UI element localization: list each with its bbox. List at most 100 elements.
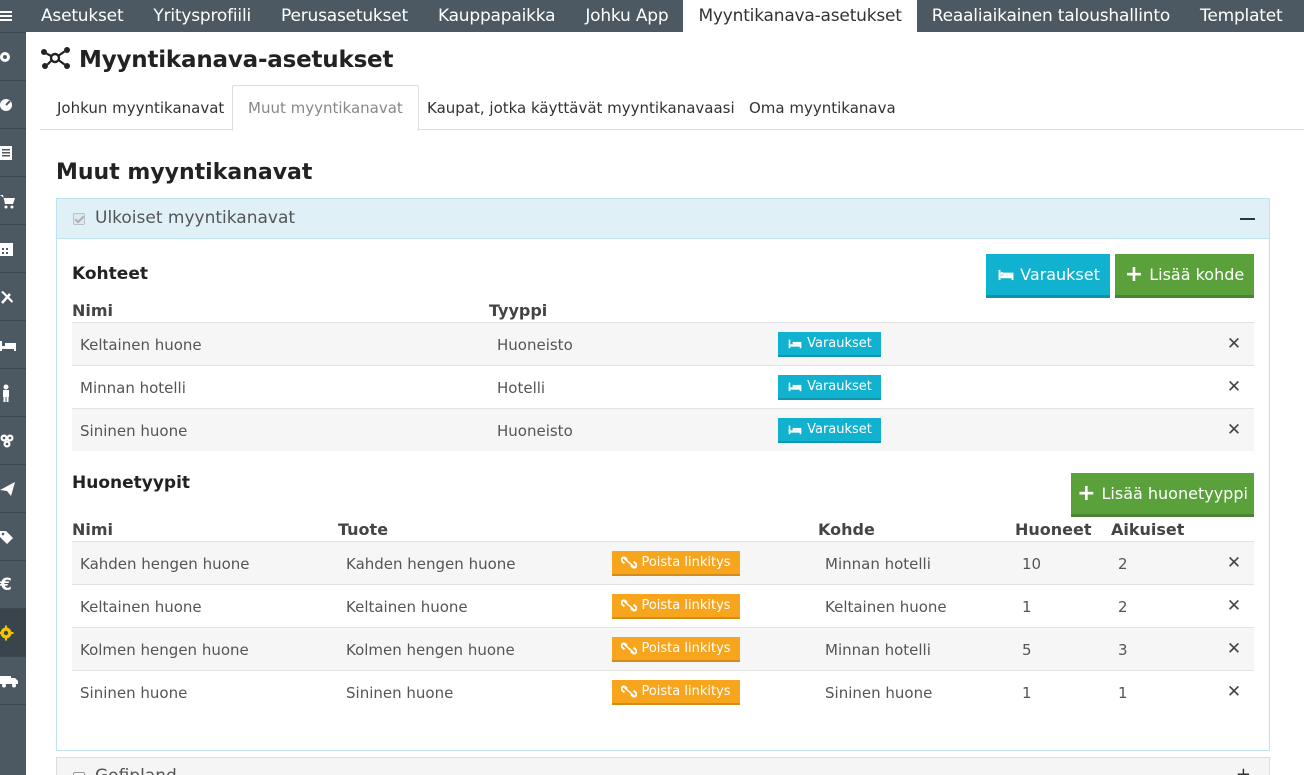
- person-icon[interactable]: [0, 369, 26, 417]
- unlink-icon: [621, 599, 638, 612]
- top-tab-asetukset[interactable]: Asetukset: [26, 0, 138, 32]
- kohteet-col-name: Nimi: [72, 301, 114, 320]
- delete-icon[interactable]: ✕: [1226, 334, 1242, 354]
- page-title-text: Myyntikanava-asetukset: [79, 47, 394, 73]
- bed-icon: [998, 269, 1014, 281]
- room-type-name: Sininen huone: [80, 683, 188, 702]
- top-tab-johku-app[interactable]: Johku App: [570, 0, 683, 32]
- menu-icon[interactable]: [0, 0, 26, 33]
- minus-icon[interactable]: [1240, 218, 1255, 220]
- varaukset-button-label: Varaukset: [1020, 265, 1100, 284]
- delete-icon[interactable]: ✕: [1226, 682, 1242, 702]
- tab-johkun-myyntikanavat[interactable]: Johkun myyntikanavat: [57, 85, 224, 130]
- kohde-name: Keltainen huone: [80, 335, 202, 354]
- sub-tab-bar: Johkun myyntikanavat Muut myyntikanavat …: [40, 85, 1304, 131]
- unlink-icon: [621, 642, 638, 655]
- external-channels-panel: Ulkoiset myyntikanavat Kohteet Varaukset…: [56, 198, 1270, 751]
- panel-header[interactable]: Ulkoiset myyntikanavat: [57, 199, 1269, 239]
- panel-header-label: Gofipland: [95, 766, 177, 775]
- calendar-icon[interactable]: [0, 225, 26, 273]
- delete-icon[interactable]: ✕: [1226, 377, 1242, 397]
- tools-icon[interactable]: [0, 273, 26, 321]
- table-row: Keltainen huone Huoneisto Varaukset ✕: [72, 322, 1254, 365]
- top-tab-templatet[interactable]: Templatet: [1185, 0, 1297, 32]
- room-type-product: Keltainen huone: [346, 597, 468, 616]
- room-type-adults: 3: [1118, 640, 1128, 659]
- room-type-target: Sininen huone: [825, 683, 933, 702]
- row-varaukset-button[interactable]: Varaukset: [778, 418, 881, 443]
- network-icon: [40, 46, 72, 74]
- gear-icon[interactable]: [0, 609, 26, 657]
- top-tab-bar: Asetukset Yritysprofiili Perusasetukset …: [26, 0, 1304, 32]
- top-tab-perusasetukset[interactable]: Perusasetukset: [266, 0, 423, 32]
- top-tab-reaaliaikainen-taloushallinto[interactable]: Reaaliaikainen taloushallinto: [917, 0, 1185, 32]
- tab-kaupat-myyntikanava[interactable]: Kaupat, jotka käyttävät myyntikanavaasi: [427, 85, 735, 130]
- room-type-product: Sininen huone: [346, 683, 454, 702]
- unlink-button-label: Poista linkitys: [641, 641, 731, 656]
- table-row: Sininen huone Huoneisto Varaukset ✕: [72, 408, 1254, 451]
- row-varaukset-label: Varaukset: [807, 336, 872, 351]
- room-type-adults: 2: [1118, 597, 1128, 616]
- room-type-name: Kahden hengen huone: [80, 554, 250, 573]
- huonetyypit-col-rooms: Huoneet: [1015, 520, 1092, 539]
- huonetyypit-col-name: Nimi: [72, 520, 114, 539]
- unlink-button[interactable]: Poista linkitys: [612, 551, 740, 576]
- unlink-button[interactable]: Poista linkitys: [612, 594, 740, 619]
- truck-icon[interactable]: [0, 657, 26, 705]
- unlink-button[interactable]: Poista linkitys: [612, 680, 740, 705]
- panel-header-label: Ulkoiset myyntikanavat: [95, 208, 296, 228]
- group-icon[interactable]: [0, 417, 26, 465]
- panel-checkbox[interactable]: [73, 213, 85, 225]
- add-huonetyyppi-button-label: Lisää huonetyyppi: [1101, 484, 1248, 503]
- room-type-rooms: 5: [1022, 640, 1032, 659]
- delete-icon[interactable]: ✕: [1226, 553, 1242, 573]
- row-varaukset-button[interactable]: Varaukset: [778, 375, 881, 400]
- settings-icon[interactable]: [0, 33, 26, 81]
- room-type-rooms: 1: [1022, 683, 1032, 702]
- add-huonetyyppi-button[interactable]: + Lisää huonetyyppi: [1071, 473, 1254, 517]
- dashboard-icon[interactable]: [0, 81, 26, 129]
- top-tab-myyntikanava-asetukset[interactable]: Myyntikanava-asetukset: [683, 0, 917, 32]
- section-title: Muut myyntikanavat: [56, 160, 313, 185]
- table-row: Kolmen hengen huone Kolmen hengen huone …: [72, 627, 1254, 670]
- top-tab-yritysprofiili[interactable]: Yritysprofiili: [138, 0, 266, 32]
- bed-icon: [788, 382, 802, 392]
- unlink-button-label: Poista linkitys: [641, 555, 731, 570]
- plus-icon: +: [1124, 261, 1144, 287]
- room-type-rooms: 10: [1022, 554, 1042, 573]
- tab-muut-myyntikanavat[interactable]: Muut myyntikanavat: [232, 85, 419, 131]
- varaukset-button[interactable]: Varaukset: [986, 254, 1110, 298]
- kohteet-heading: Kohteet: [72, 264, 148, 284]
- room-type-rooms: 1: [1022, 597, 1032, 616]
- delete-icon[interactable]: ✕: [1226, 596, 1242, 616]
- room-type-adults: 1: [1118, 683, 1128, 702]
- tab-oma-myyntikanava[interactable]: Oma myyntikanava: [749, 85, 896, 130]
- send-icon[interactable]: [0, 465, 26, 513]
- tag-icon[interactable]: [0, 513, 26, 561]
- bed-icon[interactable]: [0, 321, 26, 369]
- room-type-target: Keltainen huone: [825, 597, 947, 616]
- unlink-button-label: Poista linkitys: [641, 684, 731, 699]
- delete-icon[interactable]: ✕: [1226, 420, 1242, 440]
- kohde-name: Sininen huone: [80, 421, 188, 440]
- sidebar: €: [0, 0, 26, 775]
- add-kohde-button[interactable]: + Lisää kohde: [1115, 254, 1254, 298]
- page-title: Myyntikanava-asetukset: [40, 46, 393, 74]
- room-type-target: Minnan hotelli: [825, 554, 931, 573]
- kohde-type: Hotelli: [497, 378, 546, 397]
- bed-icon: [788, 339, 802, 349]
- room-type-target: Minnan hotelli: [825, 640, 931, 659]
- delete-icon[interactable]: ✕: [1226, 639, 1242, 659]
- room-type-name: Kolmen hengen huone: [80, 640, 249, 659]
- expand-icon[interactable]: +: [1236, 764, 1251, 775]
- gofipland-panel[interactable]: Gofipland +: [56, 757, 1270, 775]
- plus-icon: +: [1077, 480, 1096, 506]
- top-tab-kauppapaikka[interactable]: Kauppapaikka: [423, 0, 570, 32]
- document-icon[interactable]: [0, 129, 26, 177]
- unlink-button[interactable]: Poista linkitys: [612, 637, 740, 662]
- table-row: Minnan hotelli Hotelli Varaukset ✕: [72, 365, 1254, 408]
- row-varaukset-button[interactable]: Varaukset: [778, 332, 881, 357]
- euro-icon[interactable]: €: [0, 561, 26, 609]
- huonetyypit-col-adults: Aikuiset: [1111, 520, 1185, 539]
- cart-icon[interactable]: [0, 177, 26, 225]
